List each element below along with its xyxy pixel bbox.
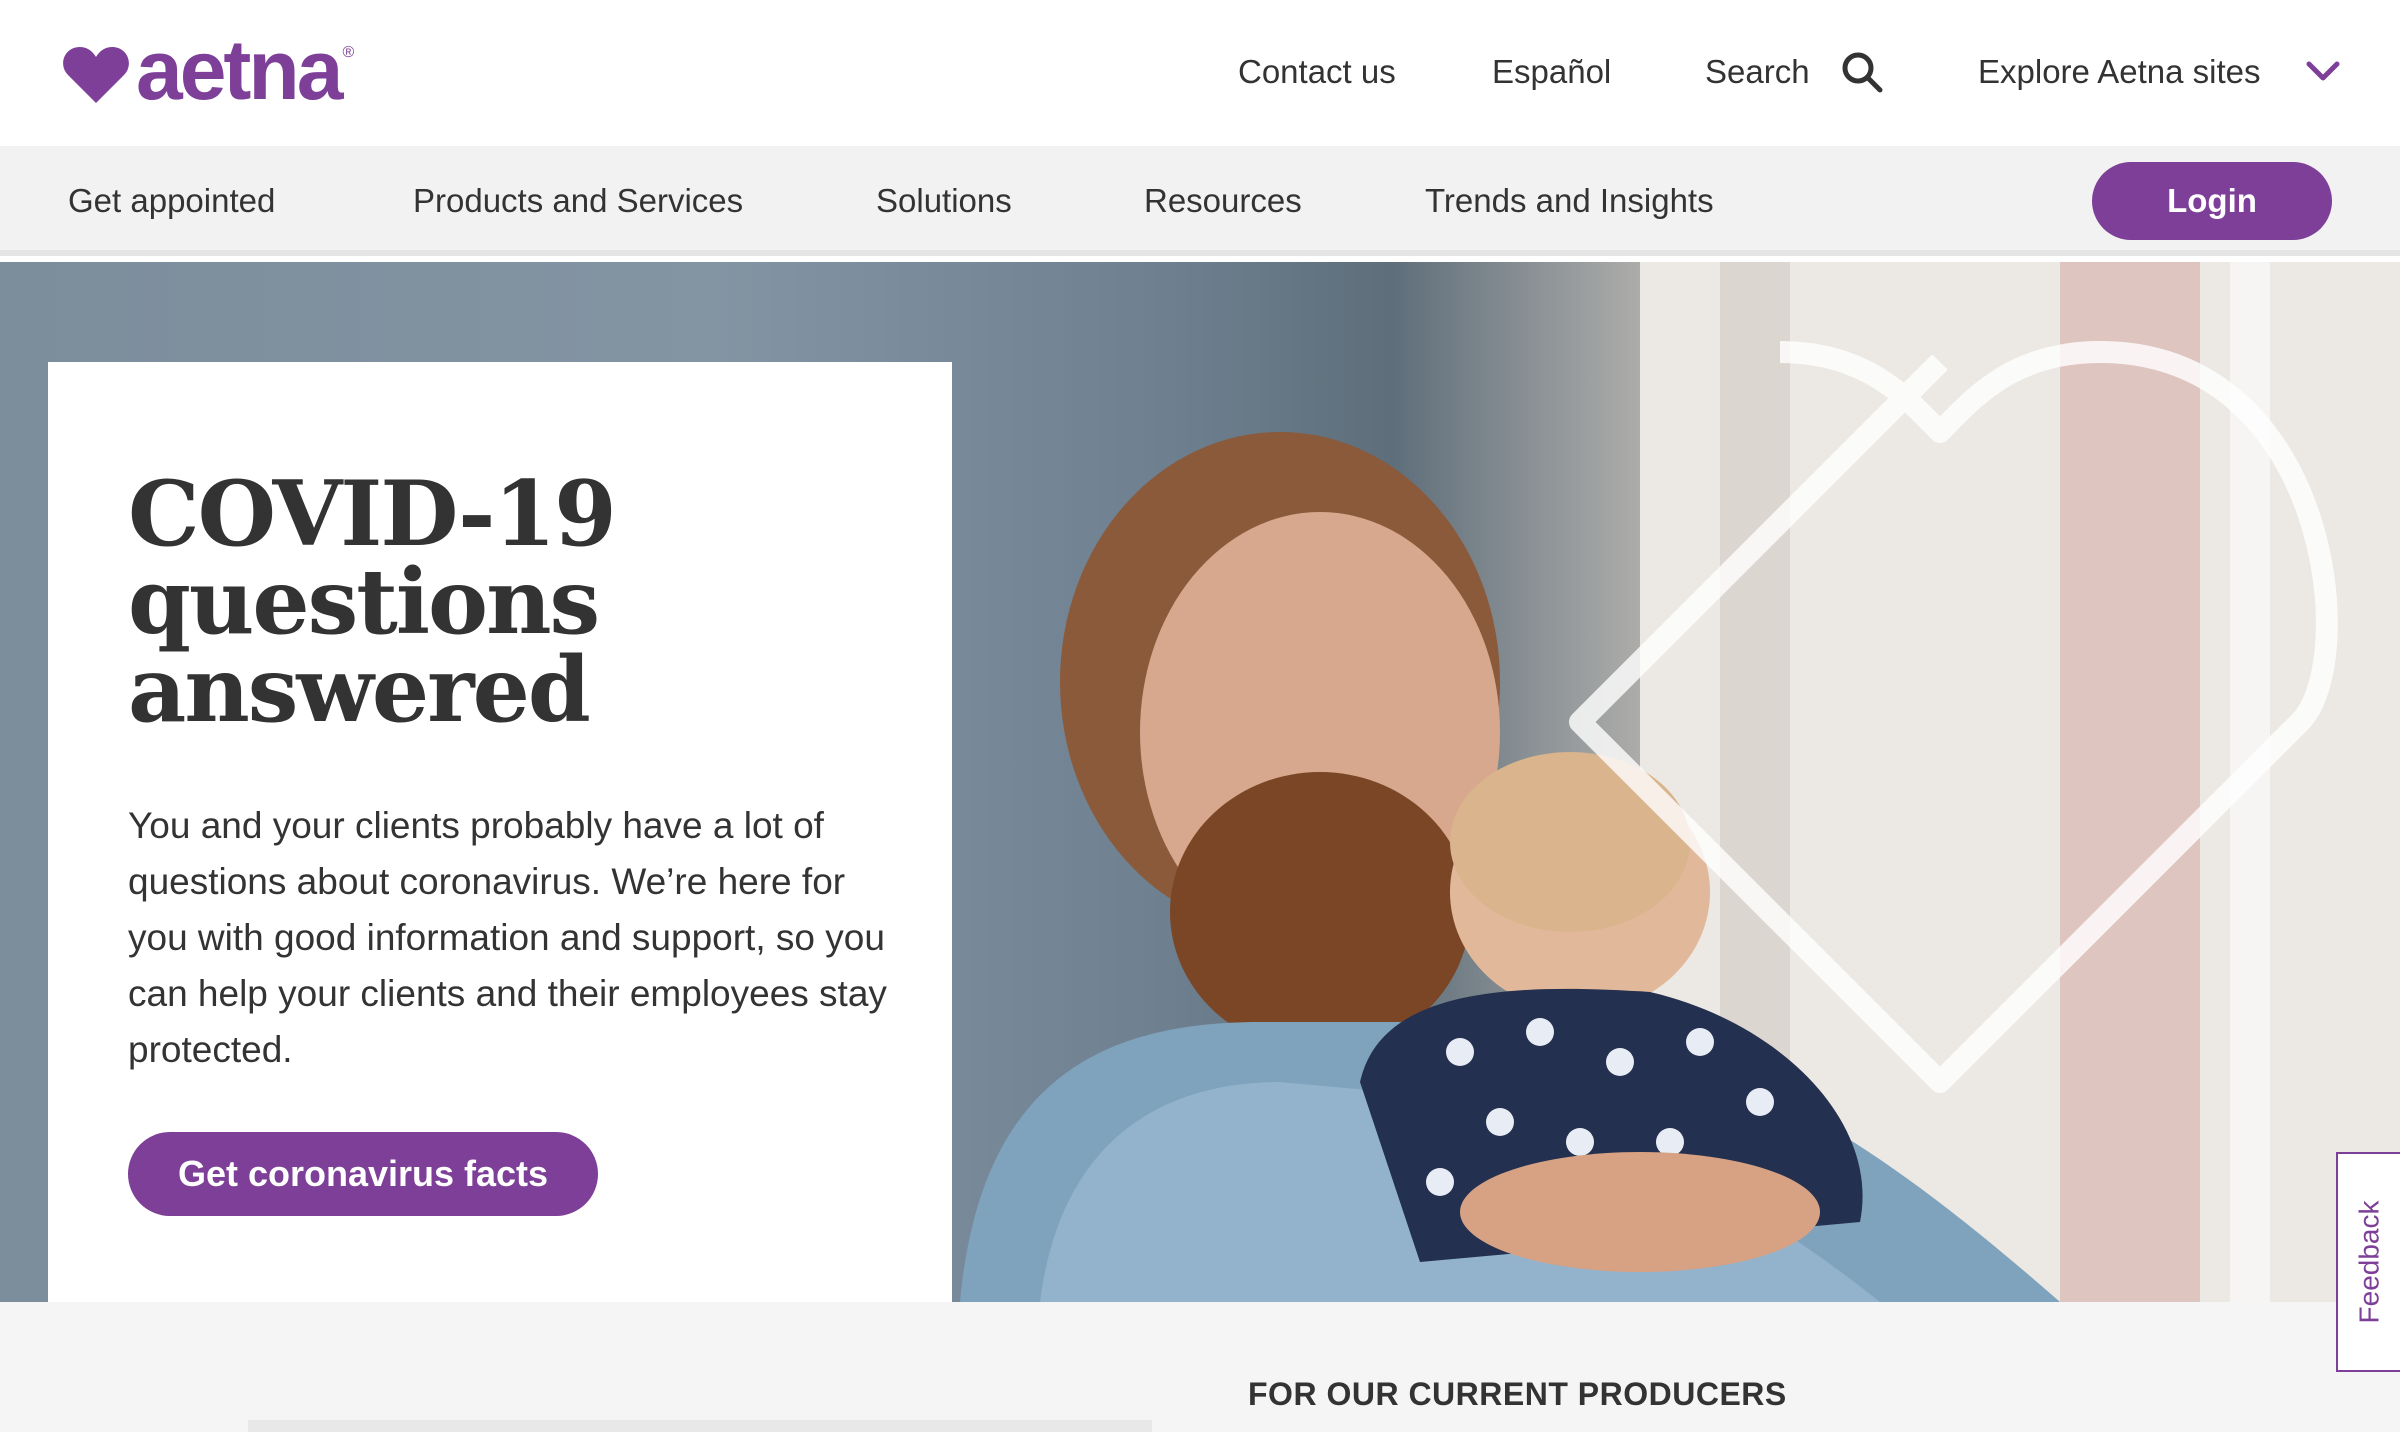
nav-trends-and-insights[interactable]: Trends and Insights <box>1425 178 1714 224</box>
search-icon <box>1842 52 1883 93</box>
espanol-link[interactable]: Español <box>1492 48 1611 96</box>
utility-bar: aetna ® Contact us Español Search Explor… <box>0 0 2400 146</box>
nav-products-and-services[interactable]: Products and Services <box>413 178 743 224</box>
nav-get-appointed[interactable]: Get appointed <box>68 178 275 224</box>
search-link[interactable]: Search <box>1705 48 1884 96</box>
explore-aetna-sites-dropdown[interactable]: Explore Aetna sites <box>1978 48 2341 96</box>
producers-heading: FOR OUR CURRENT PRODUCERS <box>1248 1376 1787 1412</box>
hero-title-line-1: COVID-19 <box>128 461 617 567</box>
registered-mark: ® <box>342 44 355 61</box>
chevron-down-icon <box>2306 61 2339 81</box>
login-button[interactable]: Login <box>2092 162 2332 240</box>
hero-title: COVID-19 questions answered <box>128 461 888 743</box>
section-divider <box>248 1420 1152 1432</box>
hero-title-line-2: questions <box>128 549 600 655</box>
contact-us-link[interactable]: Contact us <box>1238 48 1396 96</box>
get-coronavirus-facts-button[interactable]: Get coronavirus facts <box>128 1132 598 1216</box>
feedback-tab[interactable]: Feedback <box>2336 1152 2400 1372</box>
aetna-logo[interactable]: aetna ® <box>62 28 355 114</box>
search-label: Search <box>1705 53 1810 90</box>
heart-icon <box>63 47 129 103</box>
hero-title-line-3: answered <box>128 637 591 743</box>
hero-description: You and your clients probably have a lot… <box>128 805 887 1070</box>
feedback-label: Feedback <box>2353 1200 2384 1324</box>
main-navigation: Get appointed Products and Services Solu… <box>0 146 2400 256</box>
logo-wordmark: aetna <box>136 23 343 117</box>
producers-section <box>0 1302 2400 1432</box>
nav-resources[interactable]: Resources <box>1144 178 1302 224</box>
explore-label: Explore Aetna sites <box>1978 53 2261 90</box>
nav-solutions[interactable]: Solutions <box>876 178 1012 224</box>
